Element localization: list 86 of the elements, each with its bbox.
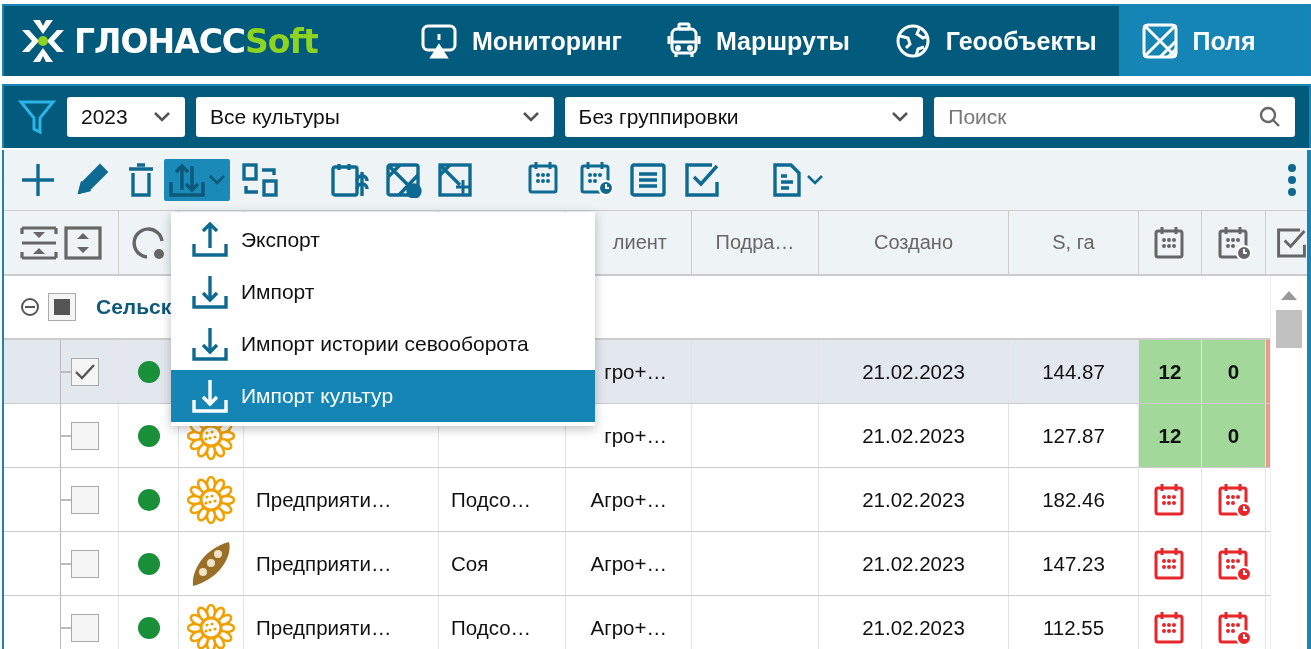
nav-tab[interactable]: Геообъекты (871, 6, 1119, 76)
download-icon (191, 326, 229, 362)
bus-icon (665, 22, 702, 60)
checkbox[interactable] (71, 549, 99, 578)
scroll-up-icon[interactable] (1281, 290, 1297, 300)
search-field[interactable]: Поиск (934, 97, 1295, 137)
more-icon[interactable] (1287, 162, 1297, 198)
table-cell: Предприяти… (256, 487, 392, 512)
caret-icon (208, 174, 226, 186)
status-icon (130, 224, 167, 261)
table-cell: 182.46 (1042, 487, 1105, 512)
logo-text: ГЛОНАССSoft (74, 21, 318, 61)
table-row[interactable]: Предприяти… Подсо… Агро+… 21.02.2023 182.46 (4, 468, 1270, 532)
add-icon[interactable] (20, 162, 56, 198)
table-cell: 21.02.2023 (862, 423, 965, 448)
table-cell: 112.55 (1042, 615, 1105, 640)
table-row[interactable]: Предприяти… Подсо… Агро+… 21.02.2023 112.55 (4, 596, 1270, 649)
table-cell: Агро+… (590, 487, 667, 512)
table-cell: Соя (451, 551, 489, 576)
grouping-select[interactable]: Без группировки (564, 97, 924, 137)
checkbox[interactable] (48, 293, 76, 321)
table-cell: гро+… (604, 423, 667, 448)
table-cell: Агро+… (590, 615, 667, 640)
collapse-icon[interactable] (20, 297, 40, 317)
menu-item[interactable]: Экспорт (171, 214, 595, 266)
table-cell: 147.23 (1042, 551, 1105, 576)
menu-item[interactable]: Импорт (171, 266, 595, 318)
document-icon (772, 162, 802, 198)
scrollbar-thumb[interactable] (1276, 310, 1302, 348)
checkbox[interactable] (71, 421, 99, 450)
checkbox[interactable] (71, 485, 99, 514)
table-cell: 21.02.2023 (862, 359, 965, 384)
crop-select[interactable]: Все культуры (195, 97, 554, 137)
column-header: Подра… (715, 231, 795, 254)
fact-count: 0 (1227, 359, 1240, 384)
caret-icon (806, 174, 824, 186)
trash-icon[interactable] (126, 162, 156, 198)
expand-rows-icon[interactable] (63, 223, 103, 262)
plan-count: 12 (1158, 359, 1182, 384)
nav-tab[interactable]: Мониторинг (398, 6, 644, 76)
column-header: S, га (1052, 231, 1095, 254)
table-cell: Предприяти… (256, 551, 392, 576)
sunflower-icon (187, 603, 235, 649)
field-add-icon[interactable] (438, 162, 474, 198)
table-cell: Подсо… (451, 615, 532, 640)
nav-tab[interactable]: Маршруты (643, 6, 872, 76)
checkbox[interactable] (71, 613, 99, 642)
plan-count: 12 (1158, 423, 1182, 448)
table-cell: 21.02.2023 (862, 615, 965, 640)
report-button[interactable] (772, 162, 824, 198)
table-cell: 127.87 (1042, 423, 1105, 448)
group-label: Сельск (96, 295, 172, 319)
table-cell: Агро+… (590, 551, 667, 576)
year-select[interactable]: 2023 (66, 97, 185, 137)
table-cell: 21.02.2023 (862, 487, 965, 512)
upload-icon (191, 222, 229, 258)
column-header: лиент (612, 231, 667, 254)
checkbox[interactable] (71, 357, 99, 386)
table-cell: 144.87 (1042, 359, 1105, 384)
swap-icon[interactable] (242, 162, 278, 198)
table-cell: Подсо… (451, 487, 532, 512)
column-header: Создано (873, 231, 953, 254)
filter-icon[interactable] (18, 98, 56, 136)
checkbox-icon[interactable] (684, 162, 720, 198)
collapse-rows-icon[interactable] (19, 223, 59, 262)
download-icon (191, 378, 229, 414)
table-row[interactable]: Предприяти… Соя Агро+… 21.02.2023 147.23 (4, 532, 1270, 596)
list-icon[interactable] (630, 162, 666, 198)
search-icon (1259, 106, 1281, 128)
chevron-down-icon (521, 111, 540, 123)
field-icon (1140, 22, 1179, 60)
nav-tab[interactable]: Поля (1118, 6, 1309, 76)
chevron-down-icon (891, 111, 910, 123)
table-cell: гро+… (604, 359, 667, 384)
calendar-wheat-icon[interactable] (330, 162, 370, 198)
chevron-down-icon (152, 111, 171, 123)
import-export-icon (168, 162, 206, 198)
monitor-icon (420, 22, 458, 60)
download-icon (191, 274, 229, 310)
menu-item[interactable]: Импорт культур (171, 370, 595, 422)
calendar-clock-icon (578, 160, 614, 196)
table-cell: 21.02.2023 (862, 551, 965, 576)
table-cell: Предприяти… (256, 615, 392, 640)
field-clock-icon[interactable] (386, 162, 422, 198)
fact-count: 0 (1227, 423, 1240, 448)
sunflower-icon (187, 475, 235, 524)
